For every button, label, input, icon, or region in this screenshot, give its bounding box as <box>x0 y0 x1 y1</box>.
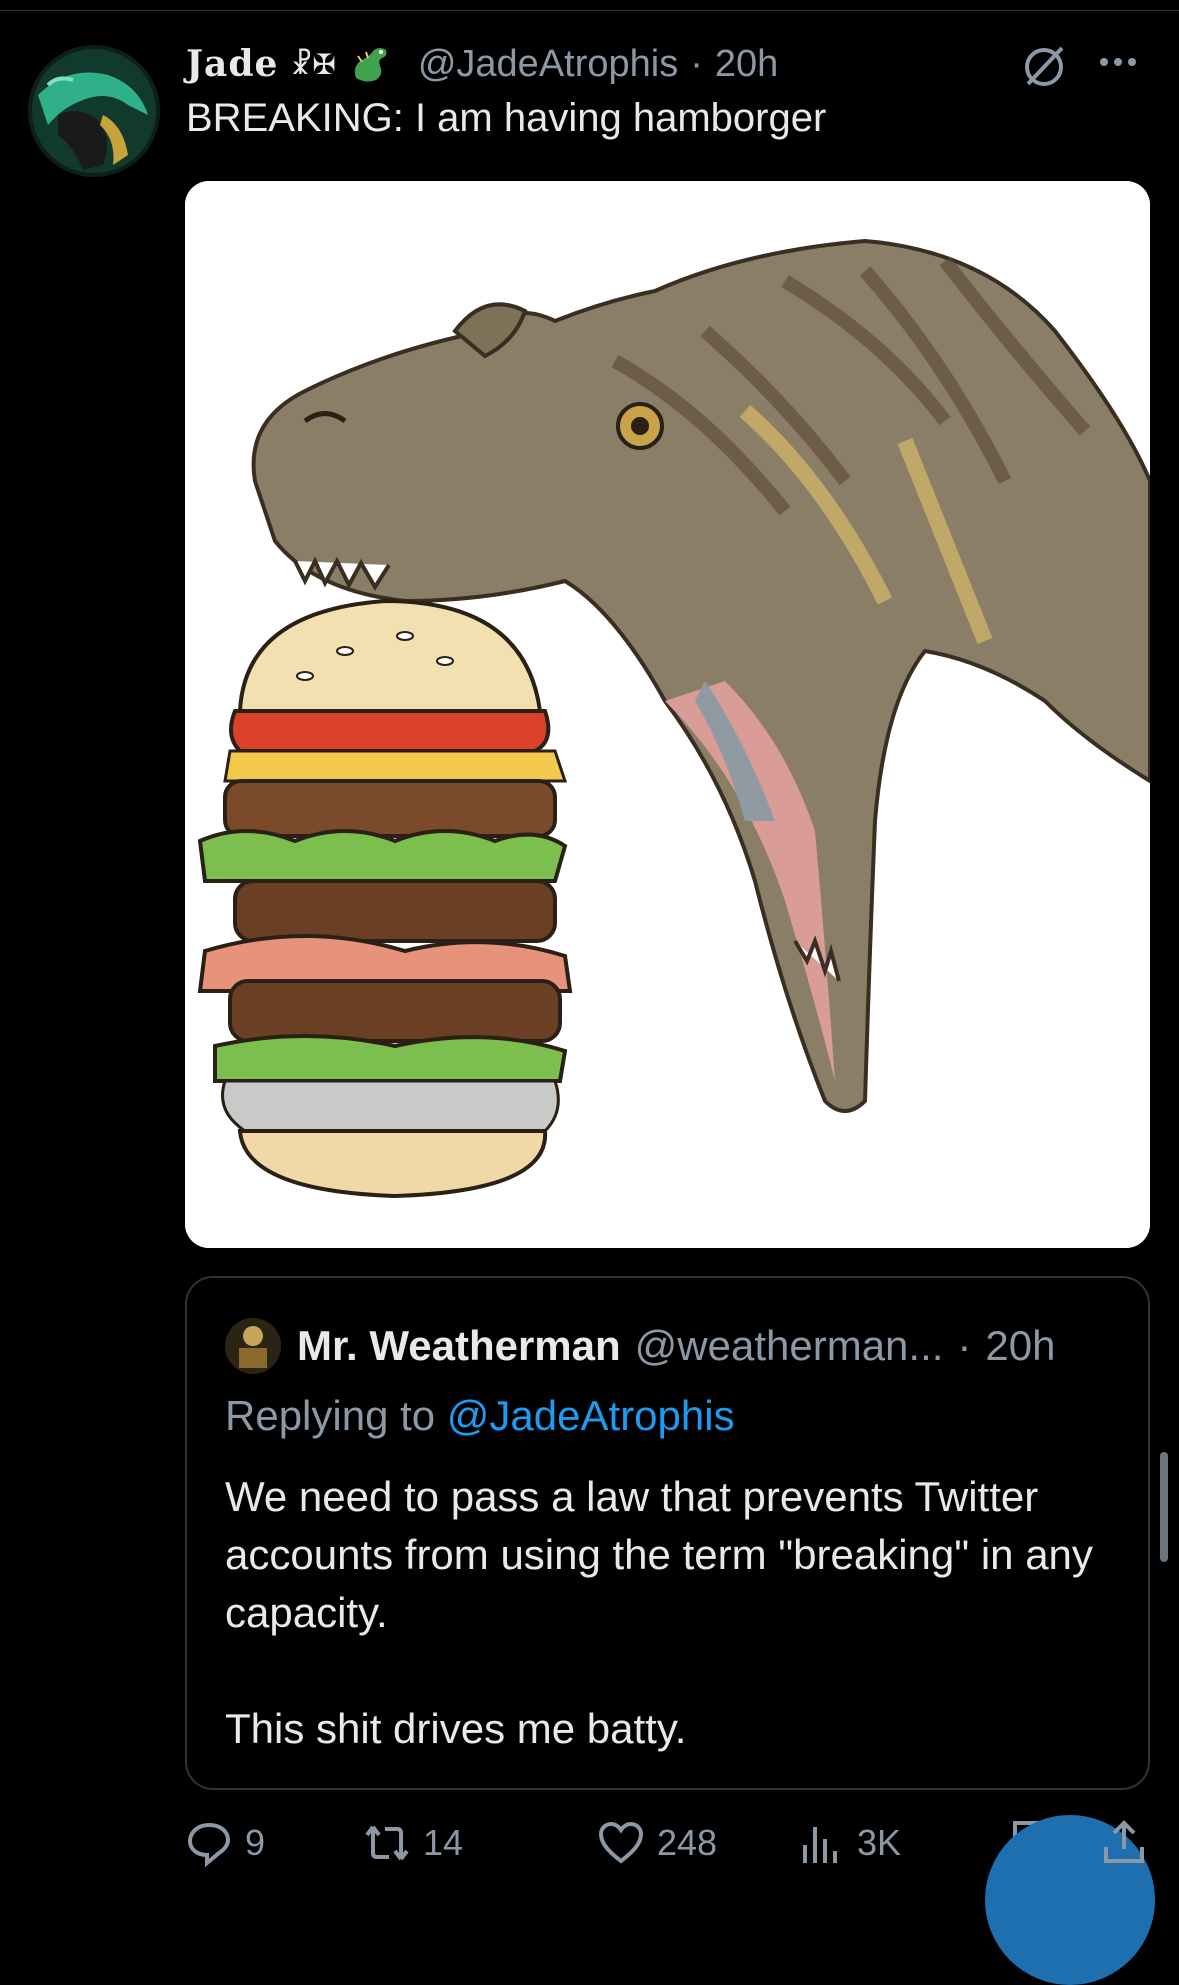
quoted-handle[interactable]: @weatherman... <box>635 1322 944 1370</box>
views-count: 3K <box>857 1822 902 1863</box>
like-count: 248 <box>657 1822 718 1863</box>
like-icon <box>598 1821 644 1864</box>
replying-to-link[interactable]: @JadeAtrophis <box>447 1392 735 1439</box>
quoted-tweet-time[interactable]: 20h <box>985 1322 1055 1370</box>
reply-button[interactable]: 9 <box>185 1818 265 1868</box>
separator-dot: · <box>690 42 703 85</box>
tweet-image[interactable] <box>185 181 1150 1248</box>
tweet-time[interactable]: 20h <box>715 43 778 86</box>
retweet-count: 14 <box>423 1822 464 1863</box>
views-button[interactable]: 3K <box>797 1818 901 1868</box>
share-button[interactable] <box>1100 1818 1148 1868</box>
quoted-tweet[interactable]: Mr. Weatherman @weatherman... · 20h Repl… <box>185 1276 1150 1790</box>
tweet-text: BREAKING: I am having hamborger <box>186 96 827 140</box>
views-icon <box>803 1827 837 1863</box>
share-icon <box>1104 1820 1144 1863</box>
author-handle[interactable]: @JadeAtrophis <box>418 43 678 86</box>
author-display-name[interactable]: Jade <box>186 43 278 85</box>
name-emojis: ☧✠ <box>290 48 336 80</box>
dragon-emoji-icon <box>348 42 392 86</box>
author-avatar[interactable] <box>28 45 160 177</box>
scrollbar[interactable] <box>1160 1452 1168 1562</box>
replying-to: Replying to @JadeAtrophis <box>225 1392 735 1440</box>
retweet-button[interactable]: 14 <box>363 1818 463 1868</box>
replying-prefix: Replying to <box>225 1392 436 1439</box>
quoted-display-name[interactable]: Mr. Weatherman <box>297 1322 621 1370</box>
more-icon[interactable] <box>1100 52 1148 72</box>
strikethrough-circle-icon[interactable] <box>1018 40 1070 92</box>
reply-icon <box>187 1822 231 1867</box>
quoted-tweet-text: We need to pass a law that prevents Twit… <box>225 1468 1125 1758</box>
quoted-tweet-header: Mr. Weatherman @weatherman... · 20h <box>297 1318 1056 1374</box>
tweet-header: Jade ☧✠ @JadeAtrophis · 20h <box>186 38 778 90</box>
retweet-icon <box>365 1825 409 1861</box>
quoted-author-avatar[interactable] <box>225 1318 281 1374</box>
reply-count: 9 <box>245 1822 266 1863</box>
quoted-separator-dot: · <box>957 1322 972 1369</box>
quoted-text-paragraph-2: This shit drives me batty. <box>225 1705 687 1752</box>
quoted-text-paragraph-1: We need to pass a law that prevents Twit… <box>225 1473 1093 1636</box>
top-divider <box>0 10 1179 11</box>
like-button[interactable]: 248 <box>597 1818 717 1868</box>
